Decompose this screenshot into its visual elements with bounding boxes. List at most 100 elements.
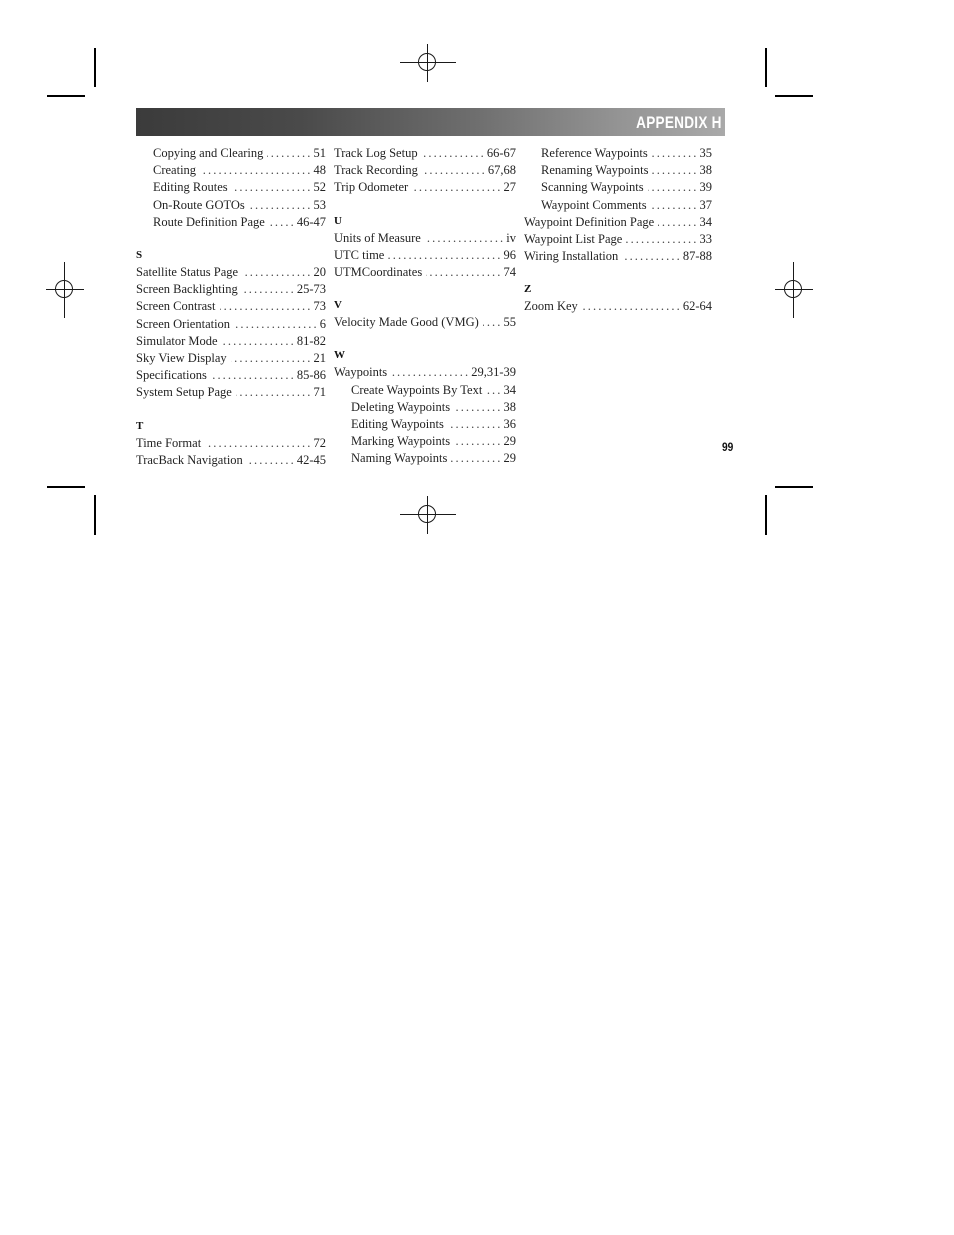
index-entry-pages: iv [506, 230, 516, 245]
dot-leader: ........................................… [451, 451, 503, 466]
dot-leader: ........................................… [651, 146, 699, 160]
appendix-header-banner: APPENDIX H [136, 108, 725, 136]
index-entry-label: Naming Waypoints [351, 451, 448, 466]
crop-mark-bottom-right-horizontal [775, 486, 813, 488]
index-entry-pages: 96 [503, 247, 517, 262]
index-entry[interactable]: Time Format.............................… [136, 435, 326, 452]
index-entry[interactable]: Route Definition Page...................… [136, 214, 326, 231]
index-entry[interactable]: Waypoint Comments.......................… [524, 197, 712, 214]
dot-leader: ........................................… [448, 417, 503, 432]
index-entry-label: Velocity Made Good (VMG) [334, 315, 479, 330]
index-entry[interactable]: UTMCoordinates..........................… [334, 264, 516, 281]
dot-leader: ........................................… [249, 197, 313, 212]
section-letter-s: S [136, 249, 143, 262]
index-entry[interactable]: Naming Waypoints........................… [334, 450, 516, 467]
index-entry[interactable]: Editing Routes..........................… [136, 179, 326, 196]
crop-mark-bottom-left-vertical [94, 495, 96, 535]
index-entry-label: Time Format [136, 435, 202, 450]
index-entry[interactable]: On-Route GOTOs..........................… [136, 197, 326, 214]
index-entry-pages: 38 [503, 399, 517, 414]
dot-leader: ........................................… [422, 146, 486, 160]
index-entry[interactable]: Waypoints...............................… [334, 364, 516, 381]
index-entry[interactable]: Waypoint List Page......................… [524, 231, 712, 248]
index-entry-label: Screen Orientation [136, 316, 231, 331]
dot-leader: ........................................… [483, 315, 503, 330]
index-entry-pages: 29 [503, 451, 517, 466]
index-entry-label: Waypoint Definition Page [524, 214, 655, 229]
index-entry-label: Waypoints [334, 365, 388, 380]
index-entry[interactable]: Editing Waypoints.......................… [334, 416, 516, 433]
section-letter-t: T [136, 419, 144, 432]
index-entry[interactable]: Screen Contrast.........................… [136, 298, 326, 315]
index-entry-label: UTC time [334, 247, 385, 262]
index-entry[interactable]: Zoom Key................................… [524, 298, 712, 315]
crop-mark-top-right-vertical [765, 48, 767, 87]
registration-mark-top-center [400, 35, 456, 91]
index-entry[interactable]: Screen Orientation......................… [136, 316, 326, 333]
dot-leader: ........................................… [658, 214, 699, 229]
index-entry-pages: 34 [503, 382, 517, 397]
index-entry[interactable]: Specifications..........................… [136, 367, 326, 384]
dot-leader: ........................................… [622, 249, 682, 264]
index-entry-label: Units of Measure [334, 230, 421, 245]
index-entry-pages: 36 [503, 417, 517, 432]
dot-leader: ........................................… [231, 351, 313, 366]
index-entry[interactable]: Marking Waypoints.......................… [334, 433, 516, 450]
index-entry[interactable]: Scanning Waypoints......................… [524, 179, 712, 196]
dot-leader: ........................................… [412, 180, 503, 195]
dot-leader: ........................................… [648, 180, 699, 195]
index-entry[interactable]: Reference Waypoints.....................… [524, 145, 712, 162]
index-entry[interactable]: Velocity Made Good (VMG)................… [334, 314, 516, 331]
index-entry-label: Waypoint List Page [524, 232, 623, 247]
index-entry-pages: 71 [313, 385, 327, 400]
index-entry-pages: 35 [699, 146, 713, 160]
dot-leader: ........................................… [425, 230, 506, 245]
crop-mark-bottom-left-horizontal [47, 486, 85, 488]
index-entry[interactable]: Creating................................… [136, 162, 326, 179]
index-entry[interactable]: Renaming Waypoints......................… [524, 162, 712, 179]
index-entry-label: Editing Routes [153, 180, 228, 195]
dot-leader: ........................................… [486, 382, 503, 397]
index-entry-pages: 73 [313, 299, 327, 314]
index-entry-label: Wiring Installation [524, 249, 619, 264]
registration-circle [784, 280, 802, 298]
page-number: 99 [722, 440, 734, 454]
index-entry[interactable]: Simulator Mode..........................… [136, 333, 326, 350]
index-entry[interactable]: Copying and Clearing....................… [136, 145, 326, 162]
index-entry[interactable]: Units of Measure........................… [334, 230, 516, 247]
index-entry[interactable]: Screen Backlighting.....................… [136, 281, 326, 298]
dot-leader: ........................................… [205, 435, 313, 450]
dot-leader: ........................................… [426, 265, 503, 280]
index-entry[interactable]: Wiring Installation.....................… [524, 248, 712, 265]
index-entry-pages: 27 [503, 180, 517, 195]
index-entry[interactable]: Satellite Status Page...................… [136, 264, 326, 281]
index-entry[interactable]: Trip Odometer...........................… [334, 179, 516, 196]
index-entry-label: Satellite Status Page [136, 265, 239, 280]
index-entry[interactable]: UTC time................................… [334, 247, 516, 264]
dot-leader: ........................................… [219, 299, 313, 314]
section-letter-z: Z [524, 283, 532, 296]
index-entry[interactable]: System Setup Page.......................… [136, 384, 326, 401]
index-entry-label: Marking Waypoints [351, 434, 451, 449]
index-column-middle: Track Log Setup.........................… [334, 145, 516, 469]
index-entry-pages: 72 [313, 435, 327, 450]
index-entry-label: Reference Waypoints [541, 146, 648, 160]
dot-leader: ........................................… [582, 299, 682, 314]
index-entry[interactable]: Deleting Waypoints......................… [334, 399, 516, 416]
index-entry-label: UTMCoordinates [334, 265, 423, 280]
index-entry[interactable]: Waypoint Definition Page................… [524, 214, 712, 231]
dot-leader: ........................................… [454, 434, 503, 449]
index-entry-pages: 6 [319, 316, 326, 331]
index-entry-label: Copying and Clearing [153, 146, 264, 160]
dot-leader: ........................................… [247, 452, 296, 467]
index-entry-label: Track Recording [334, 163, 418, 178]
index-entry-label: Renaming Waypoints [541, 163, 649, 178]
section-letter-w: W [334, 349, 345, 362]
index-entry[interactable]: Track Log Setup.........................… [334, 145, 516, 162]
index-entry[interactable]: Track Recording.........................… [334, 162, 516, 179]
index-entry[interactable]: TracBack Navigation.....................… [136, 452, 326, 469]
index-entry[interactable]: Sky View Display........................… [136, 350, 326, 367]
index-entry-pages: 46-47 [296, 214, 326, 229]
index-entry-pages: 42-45 [296, 452, 326, 467]
index-entry[interactable]: Create Waypoints By Text................… [334, 382, 516, 399]
